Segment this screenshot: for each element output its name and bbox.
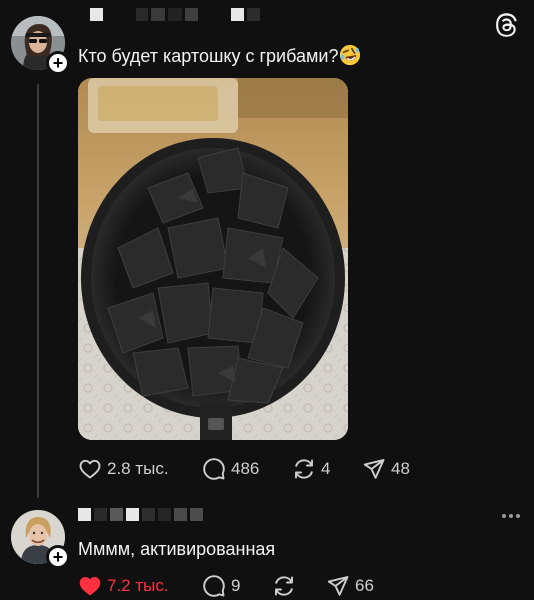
like-button[interactable]: 7.2 тыс. xyxy=(78,574,169,598)
send-paper-plane-icon xyxy=(327,576,349,596)
rolling-on-floor-laughing-emoji xyxy=(340,44,361,66)
follow-button[interactable]: + xyxy=(46,545,70,569)
username-redacted[interactable] xyxy=(90,8,260,21)
dot-icon xyxy=(516,514,520,518)
send-paper-plane-icon xyxy=(363,459,385,479)
post-photo[interactable] xyxy=(78,78,348,440)
comment-count: 9 xyxy=(231,576,241,595)
more-options-button[interactable] xyxy=(502,514,520,518)
like-count: 7.2 тыс. xyxy=(107,576,169,595)
heart-filled-icon xyxy=(79,577,101,596)
share-button[interactable]: 66 xyxy=(326,574,374,598)
post-text-content: Кто будет картошку с грибами? xyxy=(78,46,339,66)
threads-logo-icon[interactable] xyxy=(494,12,520,38)
post-text-content: Мммм, активированная xyxy=(78,539,276,559)
share-count: 66 xyxy=(355,576,374,595)
repost-count: 4 xyxy=(321,459,331,478)
comment-bubble-icon xyxy=(203,458,225,480)
post-reply[interactable]: + Мммм, активированная 7.2 тыс. 9 66 xyxy=(0,500,534,600)
dot-icon xyxy=(509,514,513,518)
repost-arrows-icon xyxy=(295,459,313,479)
comment-button[interactable]: 486 xyxy=(202,457,259,481)
share-button[interactable]: 48 xyxy=(362,457,410,481)
post-original[interactable]: + Кто будет картошку с грибами? 2.8 тыс.… xyxy=(0,0,534,498)
post-text: Мммм, активированная xyxy=(78,538,275,560)
comment-bubble-icon xyxy=(203,575,225,597)
post-text: Кто будет картошку с грибами? xyxy=(78,44,361,67)
like-count: 2.8 тыс. xyxy=(107,459,169,478)
like-button[interactable]: 2.8 тыс. xyxy=(78,457,169,481)
repost-arrows-icon xyxy=(275,576,293,596)
thread-connector-line xyxy=(37,84,39,498)
comment-count: 486 xyxy=(231,459,260,478)
comment-button[interactable]: 9 xyxy=(202,574,240,598)
plus-icon: + xyxy=(52,547,64,567)
repost-button[interactable]: 4 xyxy=(292,457,330,481)
threads-feed: + Кто будет картошку с грибами? 2.8 тыс.… xyxy=(0,0,534,600)
dot-icon xyxy=(502,514,506,518)
plus-icon: + xyxy=(52,53,64,73)
heart-outline-icon xyxy=(79,459,101,479)
burnt-food-in-pan-photo xyxy=(78,78,348,440)
share-count: 48 xyxy=(391,459,410,478)
repost-button[interactable] xyxy=(272,574,301,598)
username-redacted[interactable] xyxy=(78,508,203,521)
follow-button[interactable]: + xyxy=(46,51,70,75)
